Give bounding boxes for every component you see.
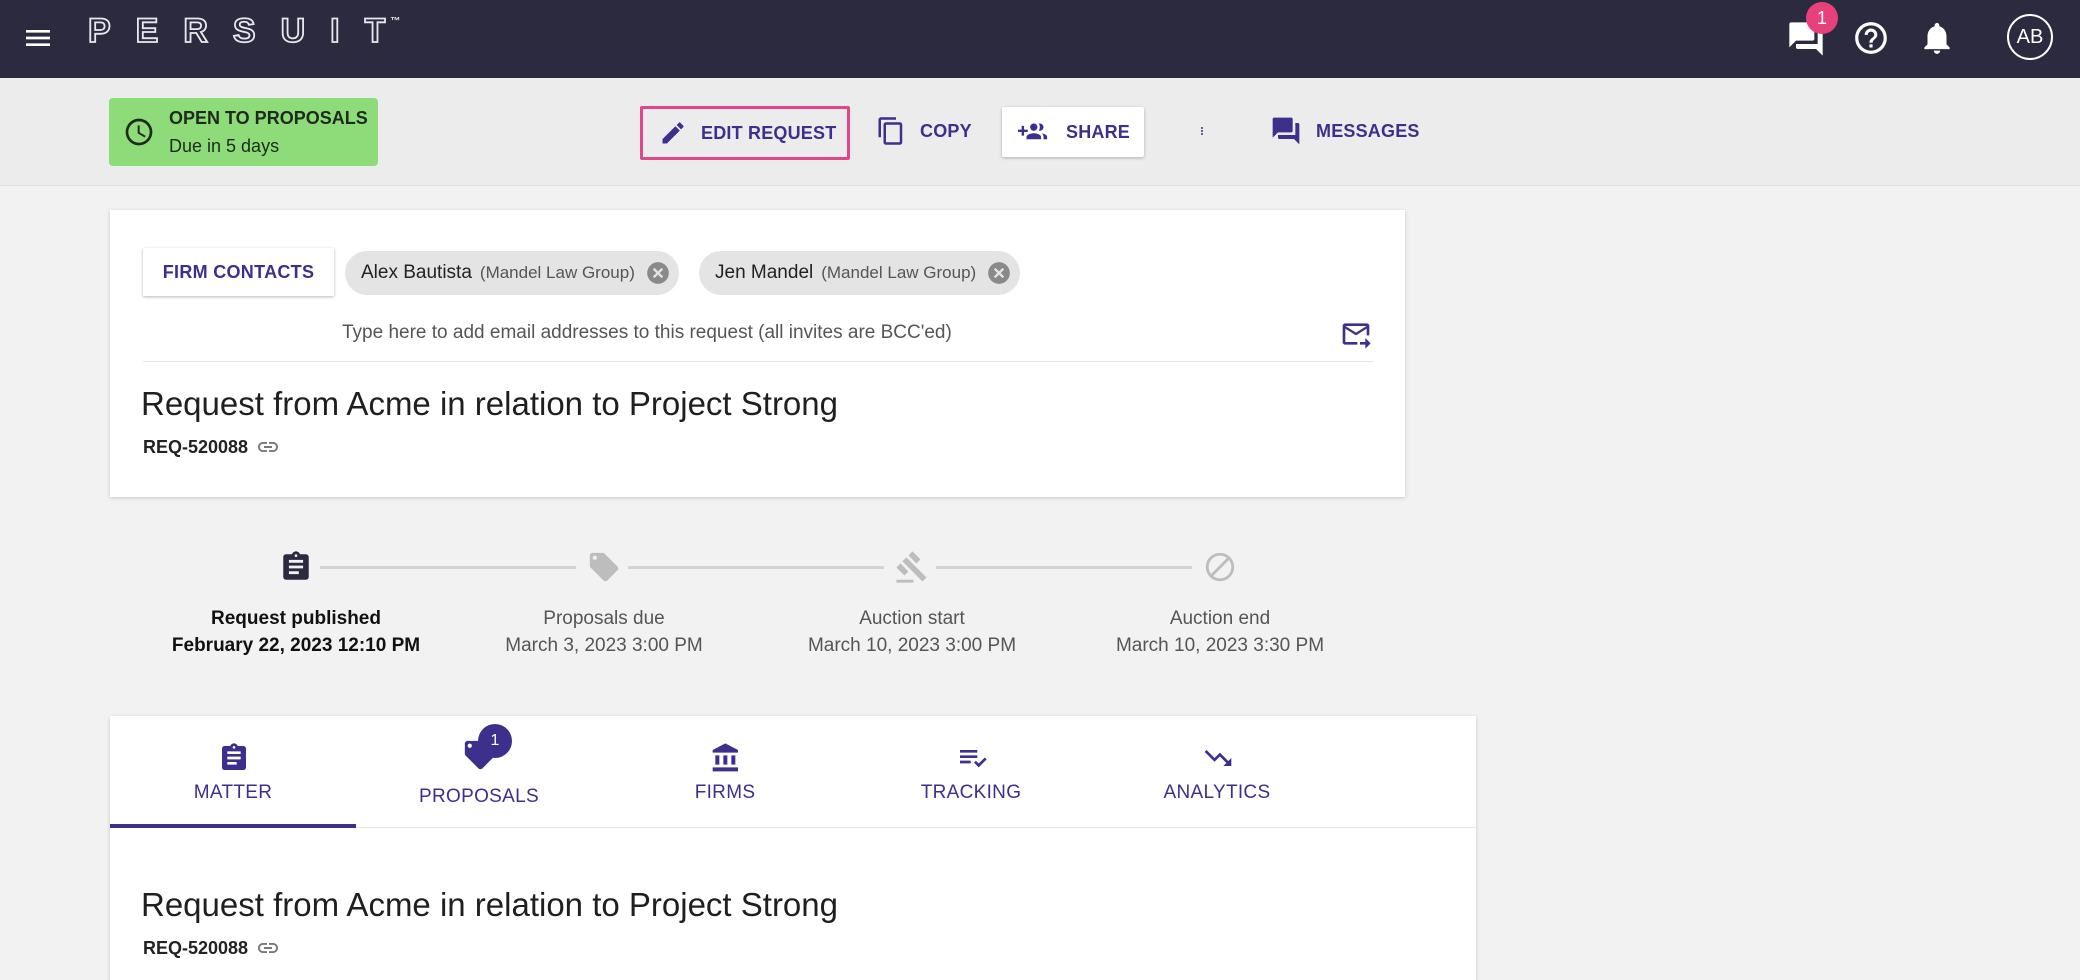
tab-tracking[interactable]: TRACKING bbox=[848, 716, 1094, 828]
user-avatar[interactable]: AB bbox=[2007, 14, 2053, 60]
contact-firm: (Mandel Law Group) bbox=[479, 263, 635, 282]
tab-analytics[interactable]: ANALYTICS bbox=[1094, 716, 1340, 828]
contact-chip: Jen Mandel (Mandel Law Group) bbox=[699, 251, 1021, 295]
copy-icon bbox=[878, 117, 903, 145]
tab-label: FIRMS bbox=[694, 782, 756, 803]
timeline-date: February 22, 2023 12:10 PM bbox=[171, 635, 421, 656]
tab-label: PROPOSALS bbox=[419, 786, 539, 807]
gavel-icon bbox=[895, 550, 929, 584]
bell-icon[interactable] bbox=[1918, 19, 1958, 59]
timeline-label: Proposals due bbox=[543, 608, 665, 629]
messages-button[interactable]: MESSAGES bbox=[1270, 104, 1420, 158]
top-navigation-bar: PERSUIT™ 1 AB bbox=[0, 0, 2080, 78]
bank-icon bbox=[710, 742, 742, 774]
email-invite-input[interactable] bbox=[342, 316, 1242, 350]
tab-matter[interactable]: MATTER bbox=[110, 716, 356, 828]
tab-label: TRACKING bbox=[920, 782, 1022, 803]
timeline-label: Auction start bbox=[859, 608, 965, 629]
add-people-icon bbox=[1018, 123, 1048, 140]
request-timeline: Request published February 22, 2023 12:1… bbox=[110, 540, 1405, 670]
link-icon[interactable] bbox=[256, 435, 280, 459]
request-toolbar: OPEN TO PROPOSALS Due in 5 days EDIT REQ… bbox=[0, 78, 2080, 186]
proposals-count-badge: 1 bbox=[478, 724, 512, 758]
timeline-connector bbox=[628, 566, 884, 569]
copy-button[interactable]: COPY bbox=[876, 104, 972, 158]
remove-contact-icon[interactable] bbox=[986, 260, 1012, 286]
forum-icon bbox=[1272, 117, 1300, 145]
trending-down-icon bbox=[1202, 742, 1234, 774]
contact-name: Jen Mandel bbox=[715, 262, 814, 283]
timeline-connector bbox=[936, 566, 1192, 569]
matter-title: Request from Acme in relation to Project… bbox=[141, 886, 838, 923]
timeline-label: Auction end bbox=[1169, 608, 1271, 629]
timeline-date: March 3, 2023 3:00 PM bbox=[505, 635, 703, 656]
tab-bar: MATTER PROPOSALS FIRMS TRACKING ANALYTIC bbox=[110, 716, 1476, 828]
link-icon[interactable] bbox=[256, 936, 280, 960]
tab-firms[interactable]: FIRMS bbox=[602, 716, 848, 828]
messages-label: MESSAGES bbox=[1316, 120, 1420, 141]
more-options-button[interactable] bbox=[1196, 108, 1222, 154]
timeline-date: March 10, 2023 3:00 PM bbox=[807, 635, 1017, 656]
request-id-text: REQ-520088 bbox=[143, 436, 249, 457]
request-title: Request from Acme in relation to Project… bbox=[141, 385, 838, 422]
clock-icon bbox=[123, 116, 155, 148]
request-summary-card: FIRM CONTACTS Alex Bautista (Mandel Law … bbox=[110, 210, 1405, 497]
matter-request-id: REQ-520088 bbox=[143, 936, 280, 960]
clipboard-icon bbox=[279, 550, 313, 584]
tab-label: ANALYTICS bbox=[1163, 782, 1271, 803]
menu-icon[interactable] bbox=[22, 22, 54, 54]
more-vertical-icon bbox=[1201, 127, 1203, 135]
timeline-connector bbox=[320, 566, 576, 569]
timeline-label: Request published bbox=[211, 608, 381, 629]
divider bbox=[143, 361, 1373, 362]
persuit-logo[interactable]: PERSUIT™ bbox=[87, 11, 420, 51]
checklist-icon bbox=[956, 742, 988, 774]
contact-name: Alex Bautista bbox=[361, 262, 472, 283]
pencil-icon bbox=[662, 122, 684, 144]
blocked-icon bbox=[1203, 550, 1237, 584]
firm-contacts-button[interactable]: FIRM CONTACTS bbox=[143, 248, 334, 296]
request-detail-card: MATTER PROPOSALS FIRMS TRACKING ANALYTIC bbox=[110, 716, 1476, 980]
status-title: OPEN TO PROPOSALS bbox=[169, 108, 368, 128]
send-mail-icon[interactable] bbox=[1340, 318, 1372, 350]
status-due: Due in 5 days bbox=[169, 136, 280, 156]
help-icon[interactable] bbox=[1852, 19, 1892, 59]
tab-label: MATTER bbox=[193, 782, 273, 803]
notification-badge: 1 bbox=[1806, 2, 1838, 34]
remove-contact-icon[interactable] bbox=[645, 260, 671, 286]
copy-label: COPY bbox=[920, 120, 972, 141]
edit-request-button[interactable]: EDIT REQUEST bbox=[640, 106, 850, 160]
edit-request-label: EDIT REQUEST bbox=[701, 122, 837, 143]
clipboard-icon bbox=[218, 742, 250, 774]
timeline-date: March 10, 2023 3:30 PM bbox=[1115, 635, 1325, 656]
tag-icon bbox=[587, 550, 621, 584]
contact-firm: (Mandel Law Group) bbox=[821, 263, 977, 282]
status-badge: OPEN TO PROPOSALS Due in 5 days bbox=[109, 98, 378, 166]
share-button[interactable]: SHARE bbox=[1002, 107, 1144, 157]
contact-chip: Alex Bautista (Mandel Law Group) bbox=[345, 251, 679, 295]
request-id: REQ-520088 bbox=[143, 435, 280, 459]
request-id-text: REQ-520088 bbox=[143, 937, 249, 958]
share-label: SHARE bbox=[1066, 121, 1131, 142]
